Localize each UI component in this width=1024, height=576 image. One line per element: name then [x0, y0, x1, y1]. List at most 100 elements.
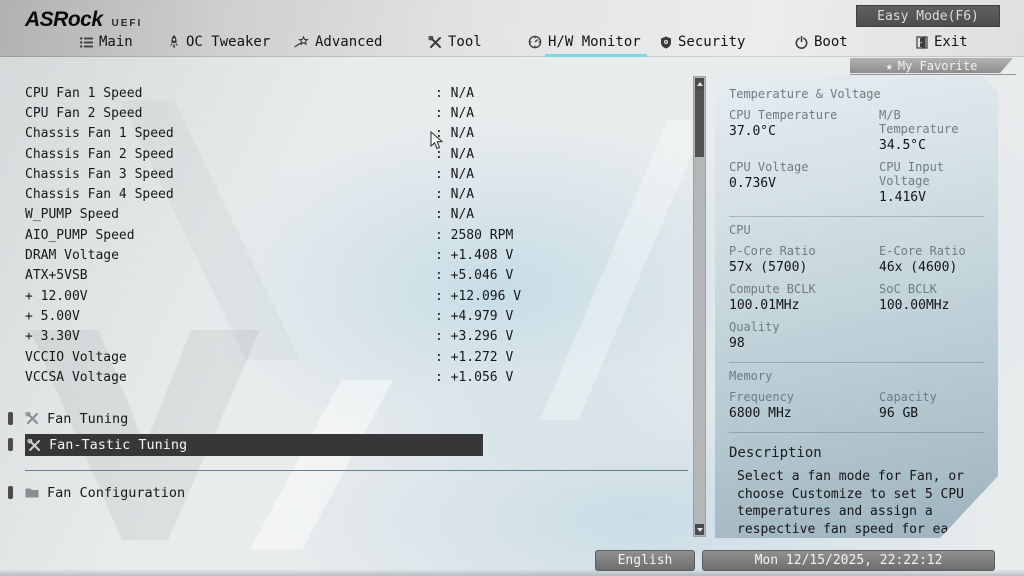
fantastic-tuning-label: Fan-Tastic Tuning	[49, 437, 187, 453]
asrock-logo: ASRock UEFI	[25, 8, 142, 32]
arrow-up-icon	[697, 82, 703, 86]
soc-bclk-value: 100.00MHz	[879, 298, 984, 313]
monitor-label: Chassis Fan 4 Speed	[25, 187, 174, 202]
fan-tuning-label: Fan Tuning	[47, 411, 128, 427]
monitor-value: : +3.296 V	[435, 329, 513, 344]
mb-temperature-value: 34.5°C	[879, 138, 984, 153]
my-favorite-label: My Favorite	[898, 59, 977, 73]
exit-door-icon	[916, 36, 928, 49]
tab-main[interactable]: Main	[80, 31, 133, 53]
monitor-row: + 5.00V: +4.979 V	[25, 306, 688, 326]
tab-boot[interactable]: Boot	[795, 31, 848, 53]
gauge-icon	[528, 35, 542, 49]
monitor-row: CPU Fan 2 Speed : N/A	[25, 103, 688, 123]
tab-label: Tool	[448, 34, 482, 50]
cpu-voltage-label: CPU Voltage	[729, 160, 879, 174]
monitor-value: : N/A	[435, 207, 474, 222]
tools-icon	[428, 36, 442, 49]
datetime-text: Mon 12/15/2025, 22:22:12	[755, 553, 943, 568]
monitor-label: CPU Fan 1 Speed	[25, 86, 142, 101]
tab-label: Security	[678, 34, 745, 50]
monitor-label: + 12.00V	[25, 289, 88, 304]
monitor-label: Chassis Fan 1 Speed	[25, 126, 174, 141]
monitor-row: VCCSA Voltage: +1.056 V	[25, 367, 688, 387]
monitor-label: Chassis Fan 3 Speed	[25, 167, 174, 182]
cpu-input-voltage-value: 1.416V	[879, 190, 984, 205]
quality-value: 98	[729, 336, 879, 351]
tab-label: H/W Monitor	[548, 34, 641, 50]
monitor-row: DRAM Voltage: +1.408 V	[25, 245, 688, 265]
monitor-label: VCCIO Voltage	[25, 350, 127, 365]
fan-configuration-item[interactable]: Fan Configuration	[25, 482, 185, 503]
tools-icon	[27, 439, 41, 452]
shield-icon	[660, 36, 672, 49]
scrollbar-track[interactable]	[693, 76, 706, 537]
tab-label: Main	[99, 34, 133, 50]
row-marker	[8, 438, 13, 451]
tab-tool[interactable]: Tool	[428, 31, 482, 53]
tab-label: Boot	[814, 34, 848, 50]
mouse-cursor	[430, 131, 443, 154]
tab-label: Advanced	[315, 34, 382, 50]
star-icon: ★	[886, 59, 893, 73]
monitor-value: : +1.272 V	[435, 350, 513, 365]
folder-icon	[25, 487, 39, 498]
monitor-label: W_PUMP Speed	[25, 207, 119, 222]
scrollbar-thumb[interactable]	[695, 89, 704, 157]
fan-tuning-item[interactable]: Fan Tuning	[25, 408, 128, 429]
monitor-row: Chassis Fan 4 Speed : N/A	[25, 184, 688, 204]
section-divider	[25, 470, 688, 471]
quality-label: Quality	[729, 320, 879, 334]
monitor-value: : +1.056 V	[435, 370, 513, 385]
easy-mode-label: Easy Mode(F6)	[877, 9, 979, 24]
fantastic-tuning-item-selected[interactable]: Fan-Tastic Tuning	[25, 434, 483, 456]
row-marker	[8, 412, 13, 425]
soc-bclk-label: SoC BCLK	[879, 282, 984, 296]
bios-screen: ASRock UEFI Easy Mode(F6) Main OC Tweake…	[0, 0, 1024, 576]
monitor-label: AIO_PUMP Speed	[25, 228, 135, 243]
compute-bclk-label: Compute BCLK	[729, 282, 879, 296]
arrow-down-icon	[697, 528, 703, 532]
tab-oc-tweaker[interactable]: OC Tweaker	[168, 31, 270, 53]
monitor-value: : N/A	[435, 86, 474, 101]
tab-label: Exit	[934, 34, 968, 50]
monitor-value: : +12.096 V	[435, 289, 521, 304]
tab-label: OC Tweaker	[186, 34, 270, 50]
row-marker	[8, 486, 13, 499]
monitor-row: W_PUMP Speed : N/A	[25, 205, 688, 225]
monitor-row: Chassis Fan 2 Speed: N/A	[25, 144, 688, 164]
tab-security[interactable]: Security	[660, 31, 745, 53]
monitor-value: : N/A	[435, 187, 474, 202]
monitor-value: : N/A	[435, 106, 474, 121]
scrollbar-down-button[interactable]	[695, 524, 704, 535]
scrollbar-up-button[interactable]	[695, 78, 704, 89]
easy-mode-button[interactable]: Easy Mode(F6)	[856, 5, 1000, 27]
monitor-row: ATX+5VSB: +5.046 V	[25, 266, 688, 286]
tab-advanced[interactable]: Advanced	[294, 31, 382, 53]
monitor-label: CPU Fan 2 Speed	[25, 106, 142, 121]
section-title-cpu: CPU	[729, 223, 984, 237]
list-icon	[80, 37, 93, 48]
section-title-temperature-voltage: Temperature & Voltage	[729, 87, 984, 101]
pcore-ratio-label: P-Core Ratio	[729, 244, 879, 258]
monitor-row: VCCIO Voltage : +1.272 V	[25, 347, 688, 367]
description-title: Description	[729, 445, 984, 461]
monitor-row: AIO_PUMP Speed: 2580 RPM	[25, 225, 688, 245]
my-favorite-button[interactable]: ★ My Favorite	[850, 58, 1013, 73]
tools-icon	[25, 412, 39, 425]
monitor-row: Chassis Fan 3 Speed: N/A	[25, 164, 688, 184]
panel-divider	[729, 216, 984, 217]
monitor-row: + 3.30V : +3.296 V	[25, 327, 688, 347]
language-button[interactable]: English	[595, 550, 695, 571]
memory-frequency-label: Frequency	[729, 390, 879, 404]
cpu-input-voltage-label: CPU Input Voltage	[879, 160, 984, 188]
tab-hw-monitor[interactable]: H/W Monitor	[528, 31, 641, 53]
language-label: English	[618, 553, 673, 568]
pcore-ratio-value: 57x (5700)	[729, 260, 879, 275]
power-icon	[795, 36, 808, 49]
mb-temperature-label: M/B Temperature	[879, 108, 984, 136]
panel-divider	[729, 432, 984, 433]
tab-exit[interactable]: Exit	[916, 31, 968, 53]
monitor-label: + 3.30V	[25, 329, 80, 344]
panel-divider	[729, 362, 984, 363]
